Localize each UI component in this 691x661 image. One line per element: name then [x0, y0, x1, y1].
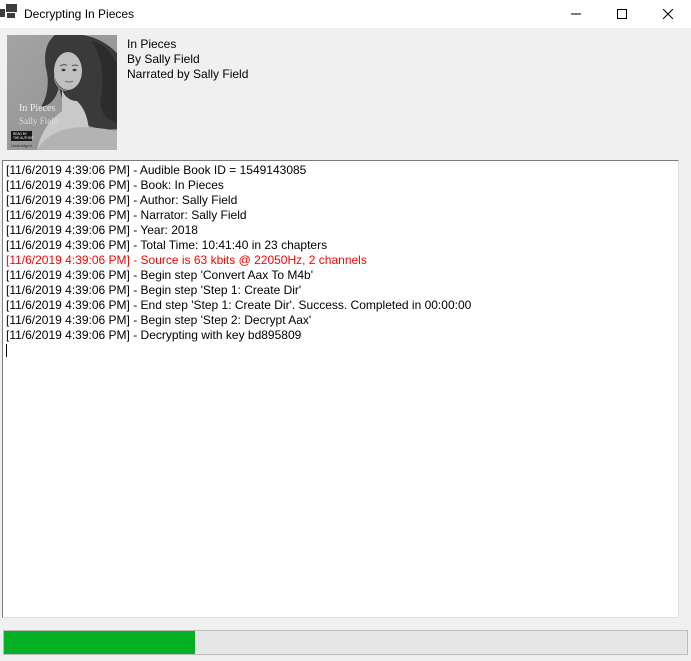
log-line: [11/6/2019 4:39:06 PM] - Decrypting with… — [6, 328, 675, 343]
log-line: [11/6/2019 4:39:06 PM] - Total Time: 10:… — [6, 238, 675, 253]
progress-bar — [3, 630, 688, 655]
cover-badge-line2: THE AUTHOR — [13, 136, 34, 140]
log-line: [11/6/2019 4:39:06 PM] - Begin step 'Ste… — [6, 313, 675, 328]
caption-buttons — [553, 0, 691, 28]
log-line: [11/6/2019 4:39:06 PM] - Book: In Pieces — [6, 178, 675, 193]
log-line: [11/6/2019 4:39:06 PM] - Narrator: Sally… — [6, 208, 675, 223]
log-line: [11/6/2019 4:39:06 PM] - Begin step 'Ste… — [6, 283, 675, 298]
minimize-icon — [571, 9, 581, 19]
book-cover-image: In Pieces Sally Field READ BY THE AUTHOR… — [7, 35, 117, 150]
titlebar: Decrypting In Pieces — [0, 0, 691, 28]
cover-title-text: In Pieces — [19, 103, 55, 114]
app-icon — [0, 0, 17, 28]
progress-fill — [4, 631, 195, 654]
book-byline: By Sally Field — [127, 52, 248, 67]
maximize-button[interactable] — [599, 0, 645, 28]
log-textbox[interactable]: [11/6/2019 4:39:06 PM] - Audible Book ID… — [2, 160, 679, 618]
book-info-label: In Pieces By Sally Field Narrated by Sal… — [127, 37, 248, 82]
app-window: Decrypting In Pieces — [0, 0, 691, 661]
log-line: [11/6/2019 4:39:06 PM] - Source is 63 kb… — [6, 253, 675, 268]
log-line: [11/6/2019 4:39:06 PM] - Author: Sally F… — [6, 193, 675, 208]
book-title: In Pieces — [127, 37, 248, 52]
close-icon — [663, 9, 673, 19]
log-line: [11/6/2019 4:39:06 PM] - Audible Book ID… — [6, 163, 675, 178]
text-caret — [6, 344, 7, 357]
log-lines: [11/6/2019 4:39:06 PM] - Audible Book ID… — [6, 163, 675, 343]
log-line: [11/6/2019 4:39:06 PM] - Year: 2018 — [6, 223, 675, 238]
window-title: Decrypting In Pieces — [24, 7, 134, 21]
close-button[interactable] — [645, 0, 691, 28]
cover-author-text: Sally Field — [19, 116, 59, 126]
maximize-icon — [617, 9, 627, 19]
log-line: [11/6/2019 4:39:06 PM] - Begin step 'Con… — [6, 268, 675, 283]
minimize-button[interactable] — [553, 0, 599, 28]
log-line: [11/6/2019 4:39:06 PM] - End step 'Step … — [6, 298, 675, 313]
book-narrator: Narrated by Sally Field — [127, 67, 248, 82]
caret-line — [6, 343, 675, 358]
cover-edition-text: Unabridged — [11, 143, 32, 148]
cover-face-shape — [54, 52, 82, 90]
